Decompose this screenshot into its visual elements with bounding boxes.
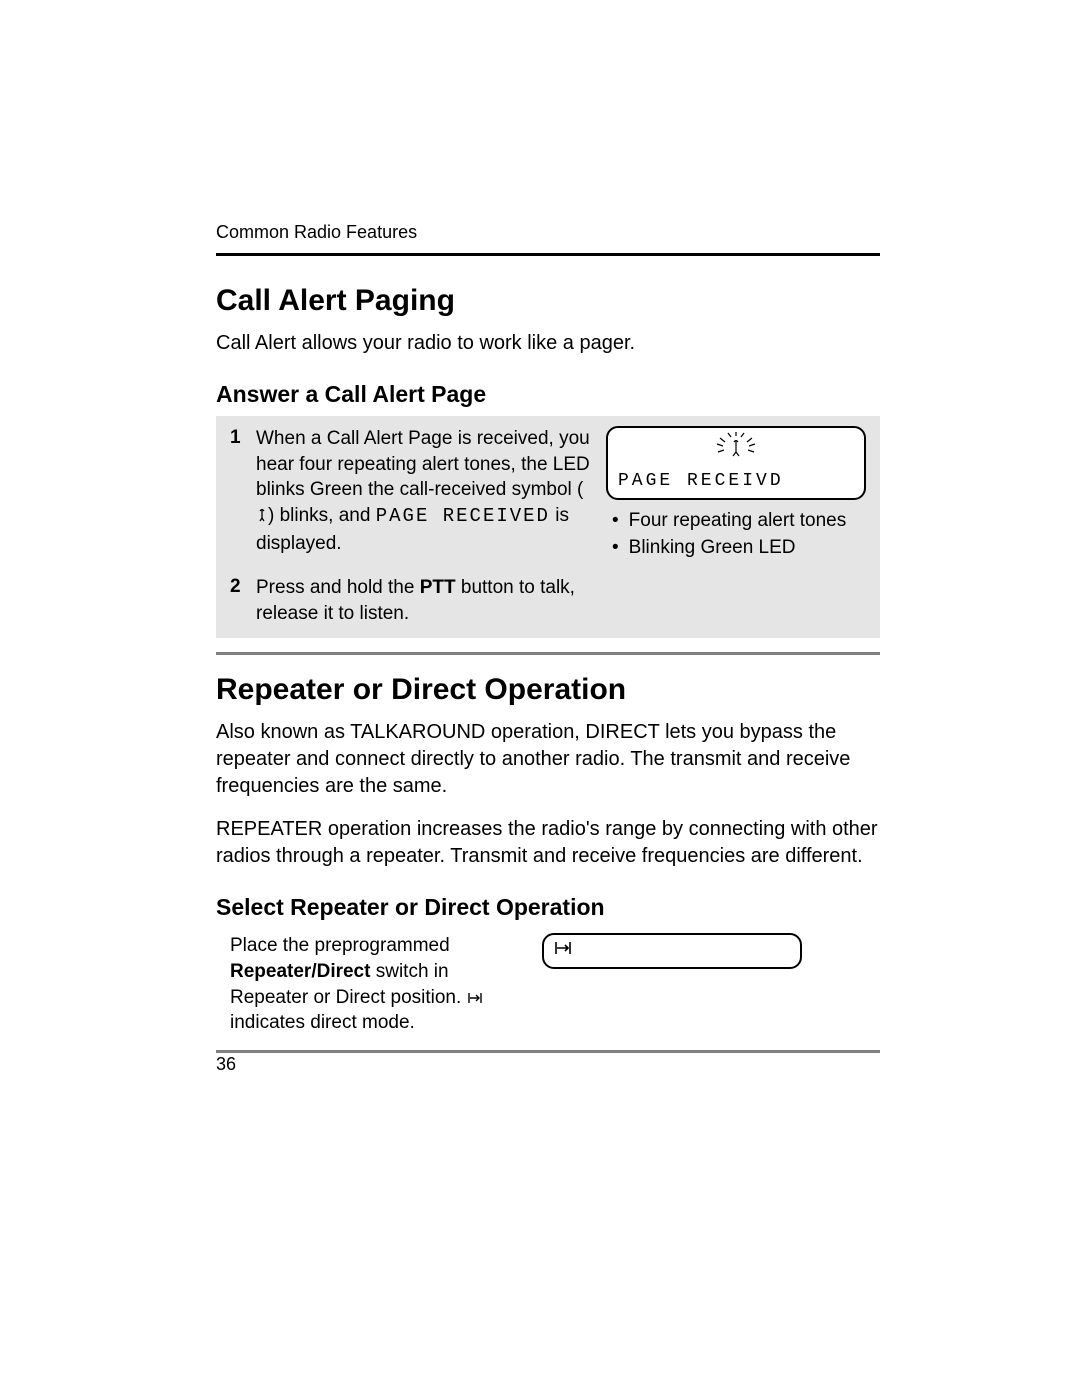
step-illustration: PAGE RECEIVD • Four repeating alert tones… xyxy=(606,426,866,561)
step-text: Place the preprogrammed Repeater/Direct … xyxy=(230,933,530,1036)
subheading-select-repeater-direct: Select Repeater or Direct Operation xyxy=(216,894,880,921)
page: Common Radio Features Call Alert Paging … xyxy=(0,0,1080,1397)
bold-text: Repeater/Direct xyxy=(230,961,370,982)
intro-paragraph: Call Alert allows your radio to work lik… xyxy=(216,330,880,357)
heading-repeater-direct: Repeater or Direct Operation xyxy=(216,673,880,707)
direct-mode-icon xyxy=(554,941,572,960)
text-fragment: Press and hold the xyxy=(256,577,420,598)
step-illustration xyxy=(542,933,802,1036)
procedure-row: Place the preprogrammed Repeater/Direct … xyxy=(216,929,880,1036)
divider xyxy=(216,652,880,655)
step-1: 1 When a Call Alert Page is received, yo… xyxy=(230,426,866,561)
lcd-screen xyxy=(542,933,802,969)
step-text: Press and hold the PTT button to talk, r… xyxy=(256,575,594,626)
step-2: 2 Press and hold the PTT button to talk,… xyxy=(230,575,866,626)
bullet-text: Blinking Green LED xyxy=(629,535,796,562)
body-paragraph: Also known as TALKAROUND operation, DIRE… xyxy=(216,719,880,800)
bold-text: PTT xyxy=(420,577,456,598)
bullet-icon: • xyxy=(612,508,619,535)
running-header: Common Radio Features xyxy=(216,222,880,243)
subheading-answer-call-alert: Answer a Call Alert Page xyxy=(216,381,880,408)
page-number: 36 xyxy=(216,1054,236,1075)
bullet-text: Four repeating alert tones xyxy=(629,508,847,535)
call-received-ringing-icon xyxy=(713,432,759,467)
direct-mode-icon xyxy=(467,987,483,1008)
call-received-icon xyxy=(256,505,268,531)
lcd-text: PAGE RECEIVD xyxy=(618,471,784,491)
step-text: When a Call Alert Page is received, you … xyxy=(256,426,594,561)
text-fragment: When a Call Alert Page is received, you … xyxy=(256,428,590,500)
step-number: 1 xyxy=(230,426,244,561)
heading-call-alert-paging: Call Alert Paging xyxy=(216,284,880,318)
step-number: 2 xyxy=(230,575,244,626)
lcd-screen: PAGE RECEIVD xyxy=(606,426,866,500)
divider xyxy=(216,253,880,256)
text-fragment: ) blinks, and xyxy=(268,505,376,526)
text-fragment: Place the preprogrammed xyxy=(230,935,450,956)
divider xyxy=(216,1050,880,1053)
bullet-list: • Four repeating alert tones • Blinking Gr… xyxy=(606,508,866,561)
body-paragraph: REPEATER operation increases the radio's… xyxy=(216,816,880,870)
bullet-icon: • xyxy=(612,535,619,562)
procedure-box: 1 When a Call Alert Page is received, yo… xyxy=(216,416,880,638)
text-fragment: indicates direct mode. xyxy=(230,1012,415,1033)
display-text-inline: PAGE RECEIVED xyxy=(376,505,550,527)
